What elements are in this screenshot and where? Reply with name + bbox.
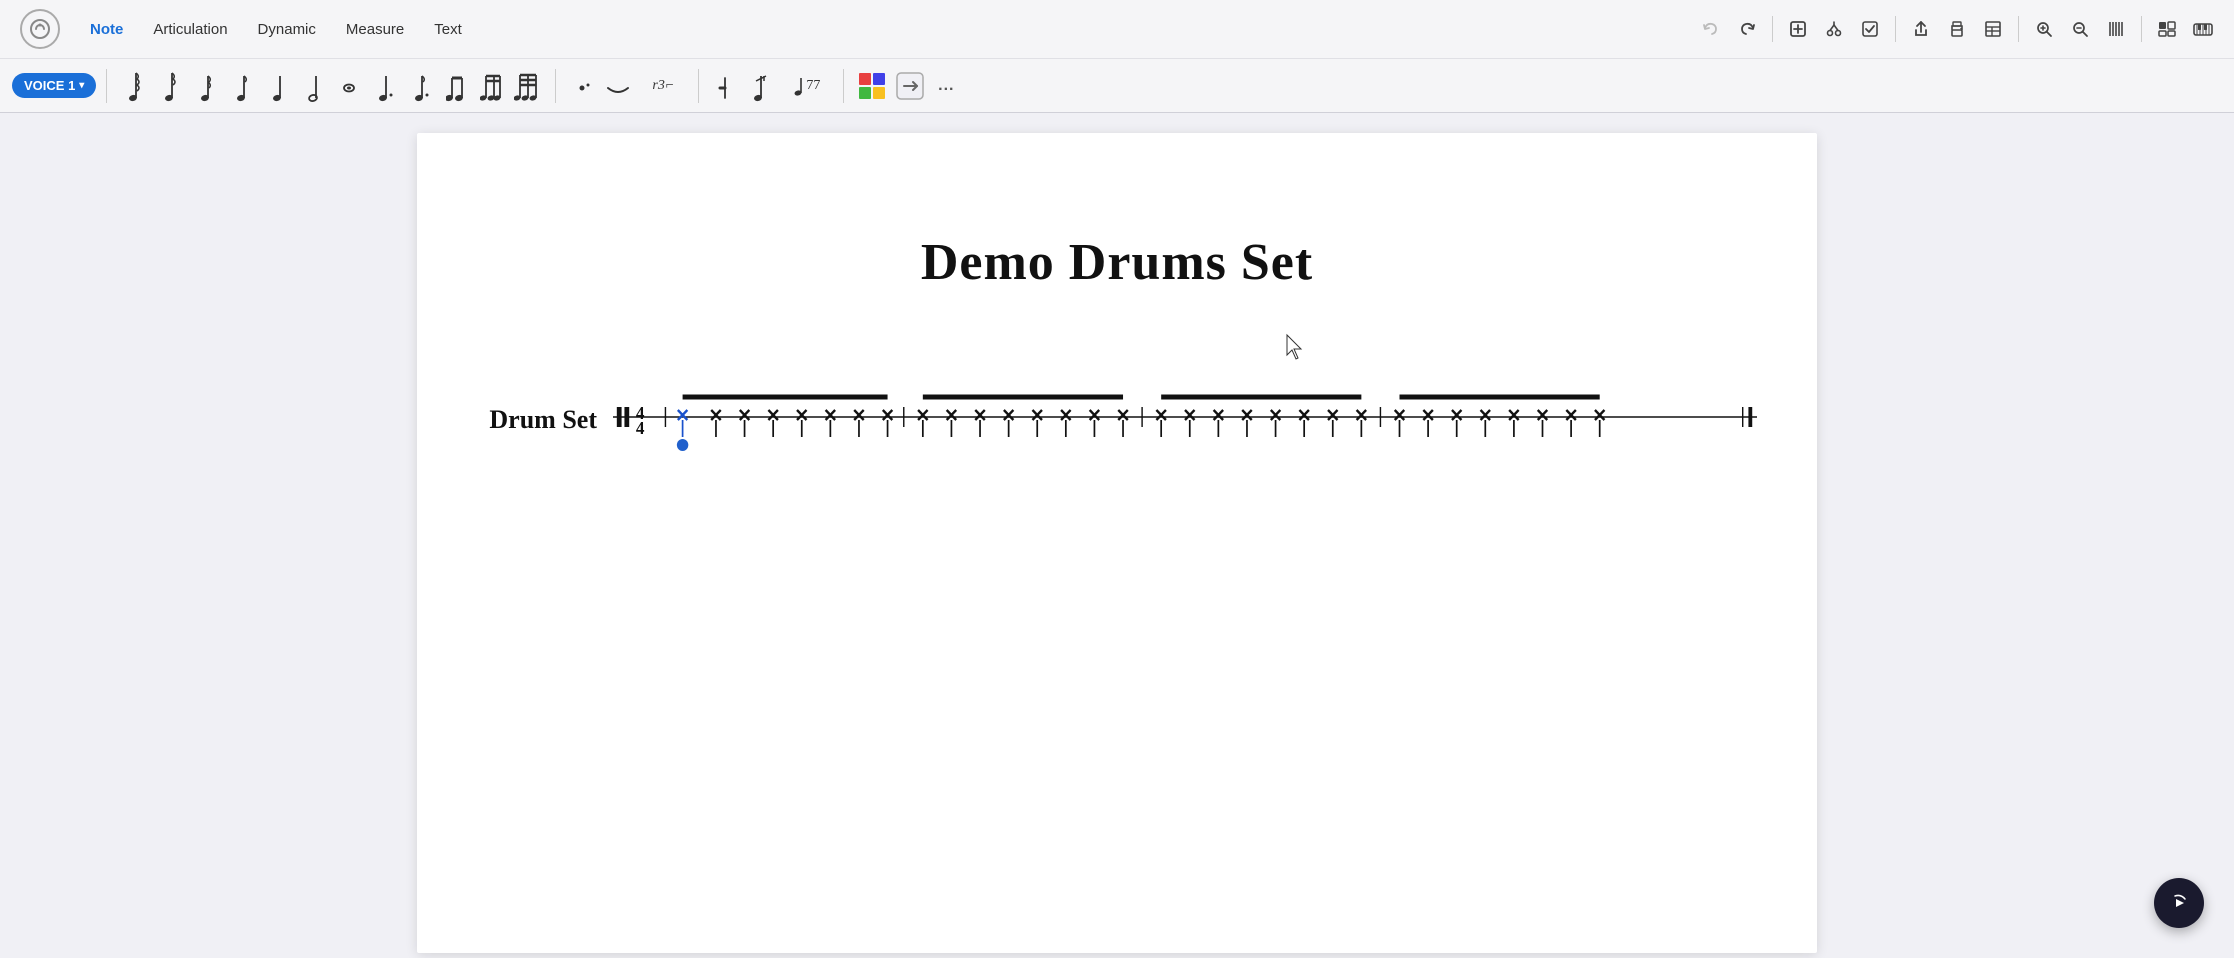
tab-note[interactable]: Note [76,15,137,44]
tempo-label: 77 [794,75,820,97]
note-sep1 [106,69,107,103]
share-button[interactable] [1906,14,1936,44]
svg-text:4: 4 [636,418,645,438]
voice-selector[interactable]: VOICE 1 ▾ [12,73,96,98]
sep3 [2018,16,2019,42]
whole-note-button[interactable] [333,67,365,105]
dot-button[interactable] [566,67,598,105]
tuplet-label: r3⌐ [652,78,674,94]
color-button[interactable] [854,67,890,105]
staff-container[interactable]: 4 4 [613,372,1757,467]
sep4 [2141,16,2142,42]
print-button[interactable] [1942,14,1972,44]
cut-button[interactable] [1819,14,1849,44]
tab-articulation[interactable]: Articulation [139,15,241,44]
note-toolbar: VOICE 1 ▾ [0,58,2234,112]
main-content: Demo Drums Set Drum Set 4 4 [0,113,2234,958]
tab-dynamic[interactable]: Dynamic [244,15,330,44]
logo-area[interactable] [16,9,64,49]
split-button[interactable] [745,67,777,105]
nav-tabs: Note Articulation Dynamic Measure Text [76,15,1696,44]
tab-measure[interactable]: Measure [332,15,418,44]
staff-row: Drum Set 4 4 [477,372,1757,467]
score-view-button[interactable] [2152,14,2182,44]
dotted-8th-button[interactable] [405,67,437,105]
score-title: Demo Drums Set [477,233,1757,292]
8th-note-button[interactable] [225,67,257,105]
nav-toolbar: Note Articulation Dynamic Measure Text [0,0,2234,58]
beam-note3-button[interactable] [513,67,545,105]
redo-button[interactable] [1732,14,1762,44]
tuplet-button[interactable]: r3⌐ [638,67,688,105]
16th-note-button[interactable] [189,67,221,105]
slur-button[interactable] [602,67,634,105]
rest-button[interactable] [709,67,741,105]
toolbar-right-actions [1696,14,2218,44]
32nd-note-button[interactable] [153,67,185,105]
more-button[interactable]: ... [930,67,962,105]
undo-button[interactable] [1696,14,1726,44]
zoom-in-button[interactable] [2029,14,2059,44]
note-sep3 [698,69,699,103]
zoom-out-button[interactable] [2065,14,2095,44]
playback-fab[interactable] [2154,878,2204,928]
half-note-button[interactable] [297,67,329,105]
add-button[interactable] [1783,14,1813,44]
delete-button[interactable] [894,67,926,105]
tab-text[interactable]: Text [420,15,476,44]
keyboard-button[interactable] [2188,14,2218,44]
voice-dropdown-arrow: ▾ [79,80,84,91]
instrument-label: Drum Set [477,405,597,435]
note-sep2 [555,69,556,103]
layout-button[interactable] [1978,14,2008,44]
select-button[interactable] [1855,14,1885,44]
more-label: ... [938,77,954,95]
dotted-quarter-button[interactable] [369,67,401,105]
metronome-button[interactable] [2101,14,2131,44]
sep2 [1895,16,1896,42]
note-sep4 [843,69,844,103]
64th-note-button[interactable] [117,67,149,105]
tempo-button[interactable]: 77 [781,67,833,105]
beam-note-button[interactable] [441,67,473,105]
quarter-note-button[interactable] [261,67,293,105]
beam-note2-button[interactable] [477,67,509,105]
app-logo[interactable] [20,9,60,49]
score-page: Demo Drums Set Drum Set 4 4 [417,133,1817,953]
main-toolbar: Note Articulation Dynamic Measure Text [0,0,2234,113]
sep1 [1772,16,1773,42]
